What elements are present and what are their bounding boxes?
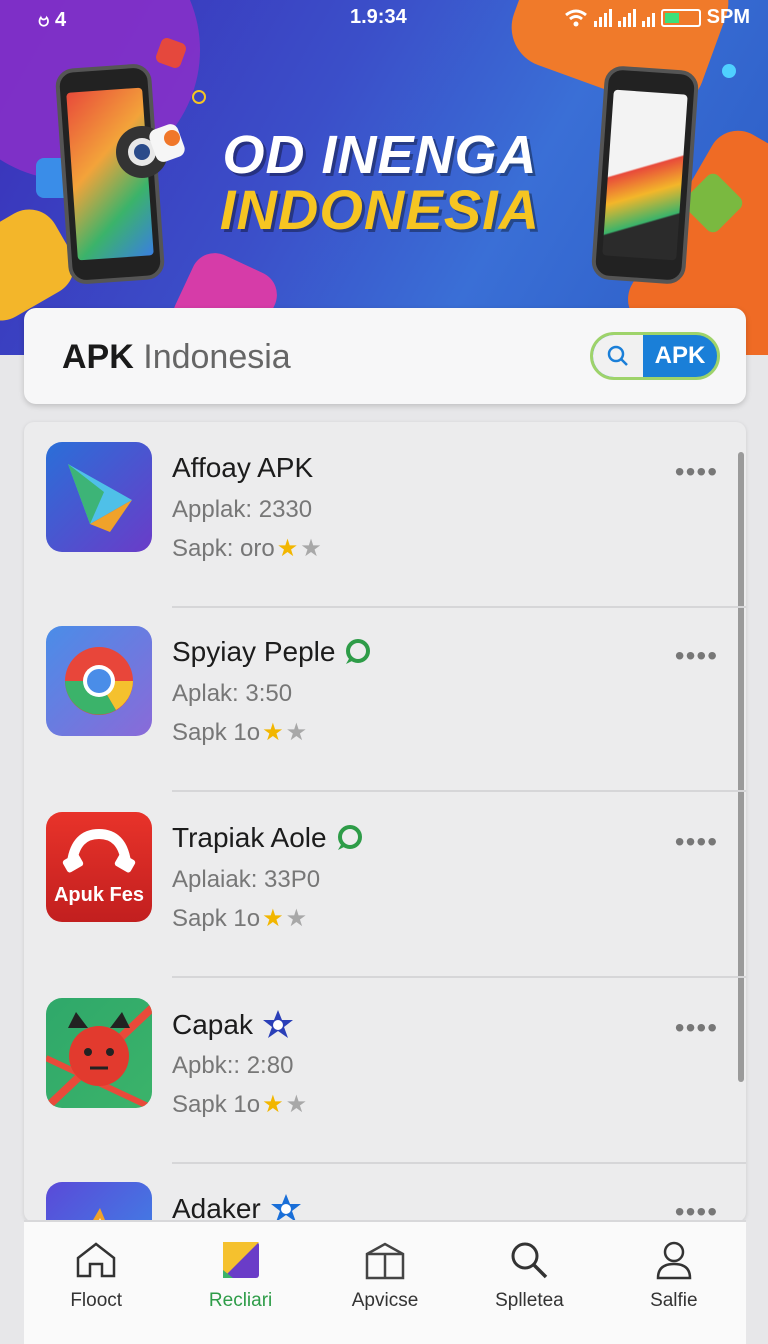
star-filled-icon: ★: [262, 1091, 284, 1118]
hero-title-line2: INDONESIA: [219, 178, 541, 241]
signal-icon: [617, 8, 636, 27]
star-badge-icon: [270, 1194, 301, 1222]
nav-label: Recliari: [208, 1290, 273, 1311]
signal-icon: [593, 8, 612, 27]
nav-item-apvicse[interactable]: Apvicse: [313, 1222, 457, 1344]
more-options-icon[interactable]: ••••: [675, 456, 718, 488]
search-icon: [511, 1242, 548, 1279]
wifi-icon: [564, 9, 587, 26]
app-rating-label: Sapk 1o: [172, 904, 261, 932]
star-filled-icon: ★: [262, 905, 284, 932]
hero-title-line1: OD INENGA: [222, 125, 538, 185]
status-left: ဗ 4: [38, 9, 67, 31]
list-item[interactable]: Apuk Fes Trapiak Aole Aplaiak: 33P0 Sapk…: [24, 792, 746, 978]
star-filled-icon: ★: [276, 535, 299, 562]
nav-item-home[interactable]: Flooct: [24, 1222, 168, 1344]
star-badge-icon: [262, 1010, 293, 1038]
nav-label: Apvicse: [351, 1290, 419, 1311]
camera-icon: [112, 112, 186, 186]
star-filled-icon: ★: [262, 719, 284, 746]
play-store-app-icon: [46, 442, 152, 552]
app-meta: Aplaiak: 33P0: [172, 866, 321, 893]
nav-item-recliari[interactable]: Recliari: [168, 1222, 312, 1344]
hero-title: OD INENGA INDONESIA: [190, 128, 570, 238]
nav-item-profile[interactable]: Salfie: [602, 1222, 746, 1344]
home-icon: [76, 1242, 116, 1278]
apps-icon: [222, 1242, 259, 1278]
nav-label: Flooct: [70, 1290, 123, 1311]
app-rating-label: Sapk: oro: [172, 534, 275, 562]
star-empty-icon: ★: [285, 719, 308, 746]
app-meta: Applak: 2330: [172, 496, 313, 523]
app-name: Adaker: [172, 1193, 261, 1222]
star-empty-icon: ★: [300, 535, 322, 562]
battery-icon: [660, 8, 701, 27]
signal-icon: [641, 9, 655, 27]
search-title: APK Indonesia: [62, 338, 291, 377]
nav-label: Splletea: [495, 1290, 564, 1311]
search-card: APK Indonesia APK: [24, 308, 746, 404]
status-right-text: SPM: [706, 6, 750, 28]
list-item[interactable]: Affoay APK Applak: 2330 Sapk: oro ★ ★ ••••: [24, 422, 746, 608]
nav-label: Salfie: [650, 1290, 698, 1311]
profile-icon: [656, 1241, 692, 1280]
bottom-navigation: Flooct Recliari Apvicse Splletea Salfie: [24, 1220, 746, 1344]
more-options-icon[interactable]: ••••: [675, 1196, 718, 1222]
search-button[interactable]: APK: [590, 332, 720, 380]
app-rating-label: Sapk 1o: [172, 718, 261, 746]
nav-item-search[interactable]: Splletea: [457, 1222, 601, 1344]
list-item[interactable]: Capak Apbk:: 2:80 Sapk 1o ★ ★ ••••: [24, 978, 746, 1164]
more-options-icon[interactable]: ••••: [675, 826, 718, 858]
search-button-label: APK: [654, 342, 706, 369]
search-title-bold: APK: [62, 338, 134, 376]
status-time: 1.9:34: [350, 6, 407, 28]
app-icon-text: Apuk Fes: [53, 884, 145, 906]
search-icon: [593, 335, 643, 377]
app-meta: Aplak: 3:50: [172, 680, 293, 707]
app-list[interactable]: Affoay APK Applak: 2330 Sapk: oro ★ ★ ••••…: [24, 422, 746, 1222]
cat-face-app-icon: [46, 998, 152, 1108]
star-empty-icon: ★: [285, 1091, 308, 1118]
phone-illustration-right: [590, 64, 700, 286]
app-name: Spyiay Peple: [172, 636, 336, 667]
store-icon: [365, 1242, 405, 1280]
hero-banner: ဗ 4 1.9:34 SPM OD INENGA INDONESIA: [0, 0, 768, 355]
app-rating-label: Sapk 1o: [172, 1090, 261, 1118]
more-options-icon[interactable]: ••••: [675, 1012, 718, 1044]
chrome-app-icon: [46, 626, 152, 736]
search-title-rest: Indonesia: [133, 338, 291, 376]
app-name: Capak: [172, 1009, 253, 1040]
apuk-fes-app-icon: Apuk Fes: [46, 812, 152, 922]
list-item[interactable]: Spyiay Peple Aplak: 3:50 Sapk 1o ★ ★ ••••: [24, 606, 746, 792]
app-name: Trapiak Aole: [172, 822, 327, 853]
adaker-app-icon: [46, 1182, 152, 1222]
more-options-icon[interactable]: ••••: [675, 640, 718, 672]
chat-badge-icon: [337, 825, 362, 850]
list-item[interactable]: Adaker ••••: [24, 1162, 746, 1222]
star-empty-icon: ★: [285, 905, 308, 932]
app-name: Affoay APK: [172, 452, 314, 483]
app-meta: Apbk:: 2:80: [172, 1052, 294, 1079]
chat-badge-icon: [346, 639, 371, 664]
status-bar: ဗ 4 1.9:34 SPM: [0, 6, 768, 32]
